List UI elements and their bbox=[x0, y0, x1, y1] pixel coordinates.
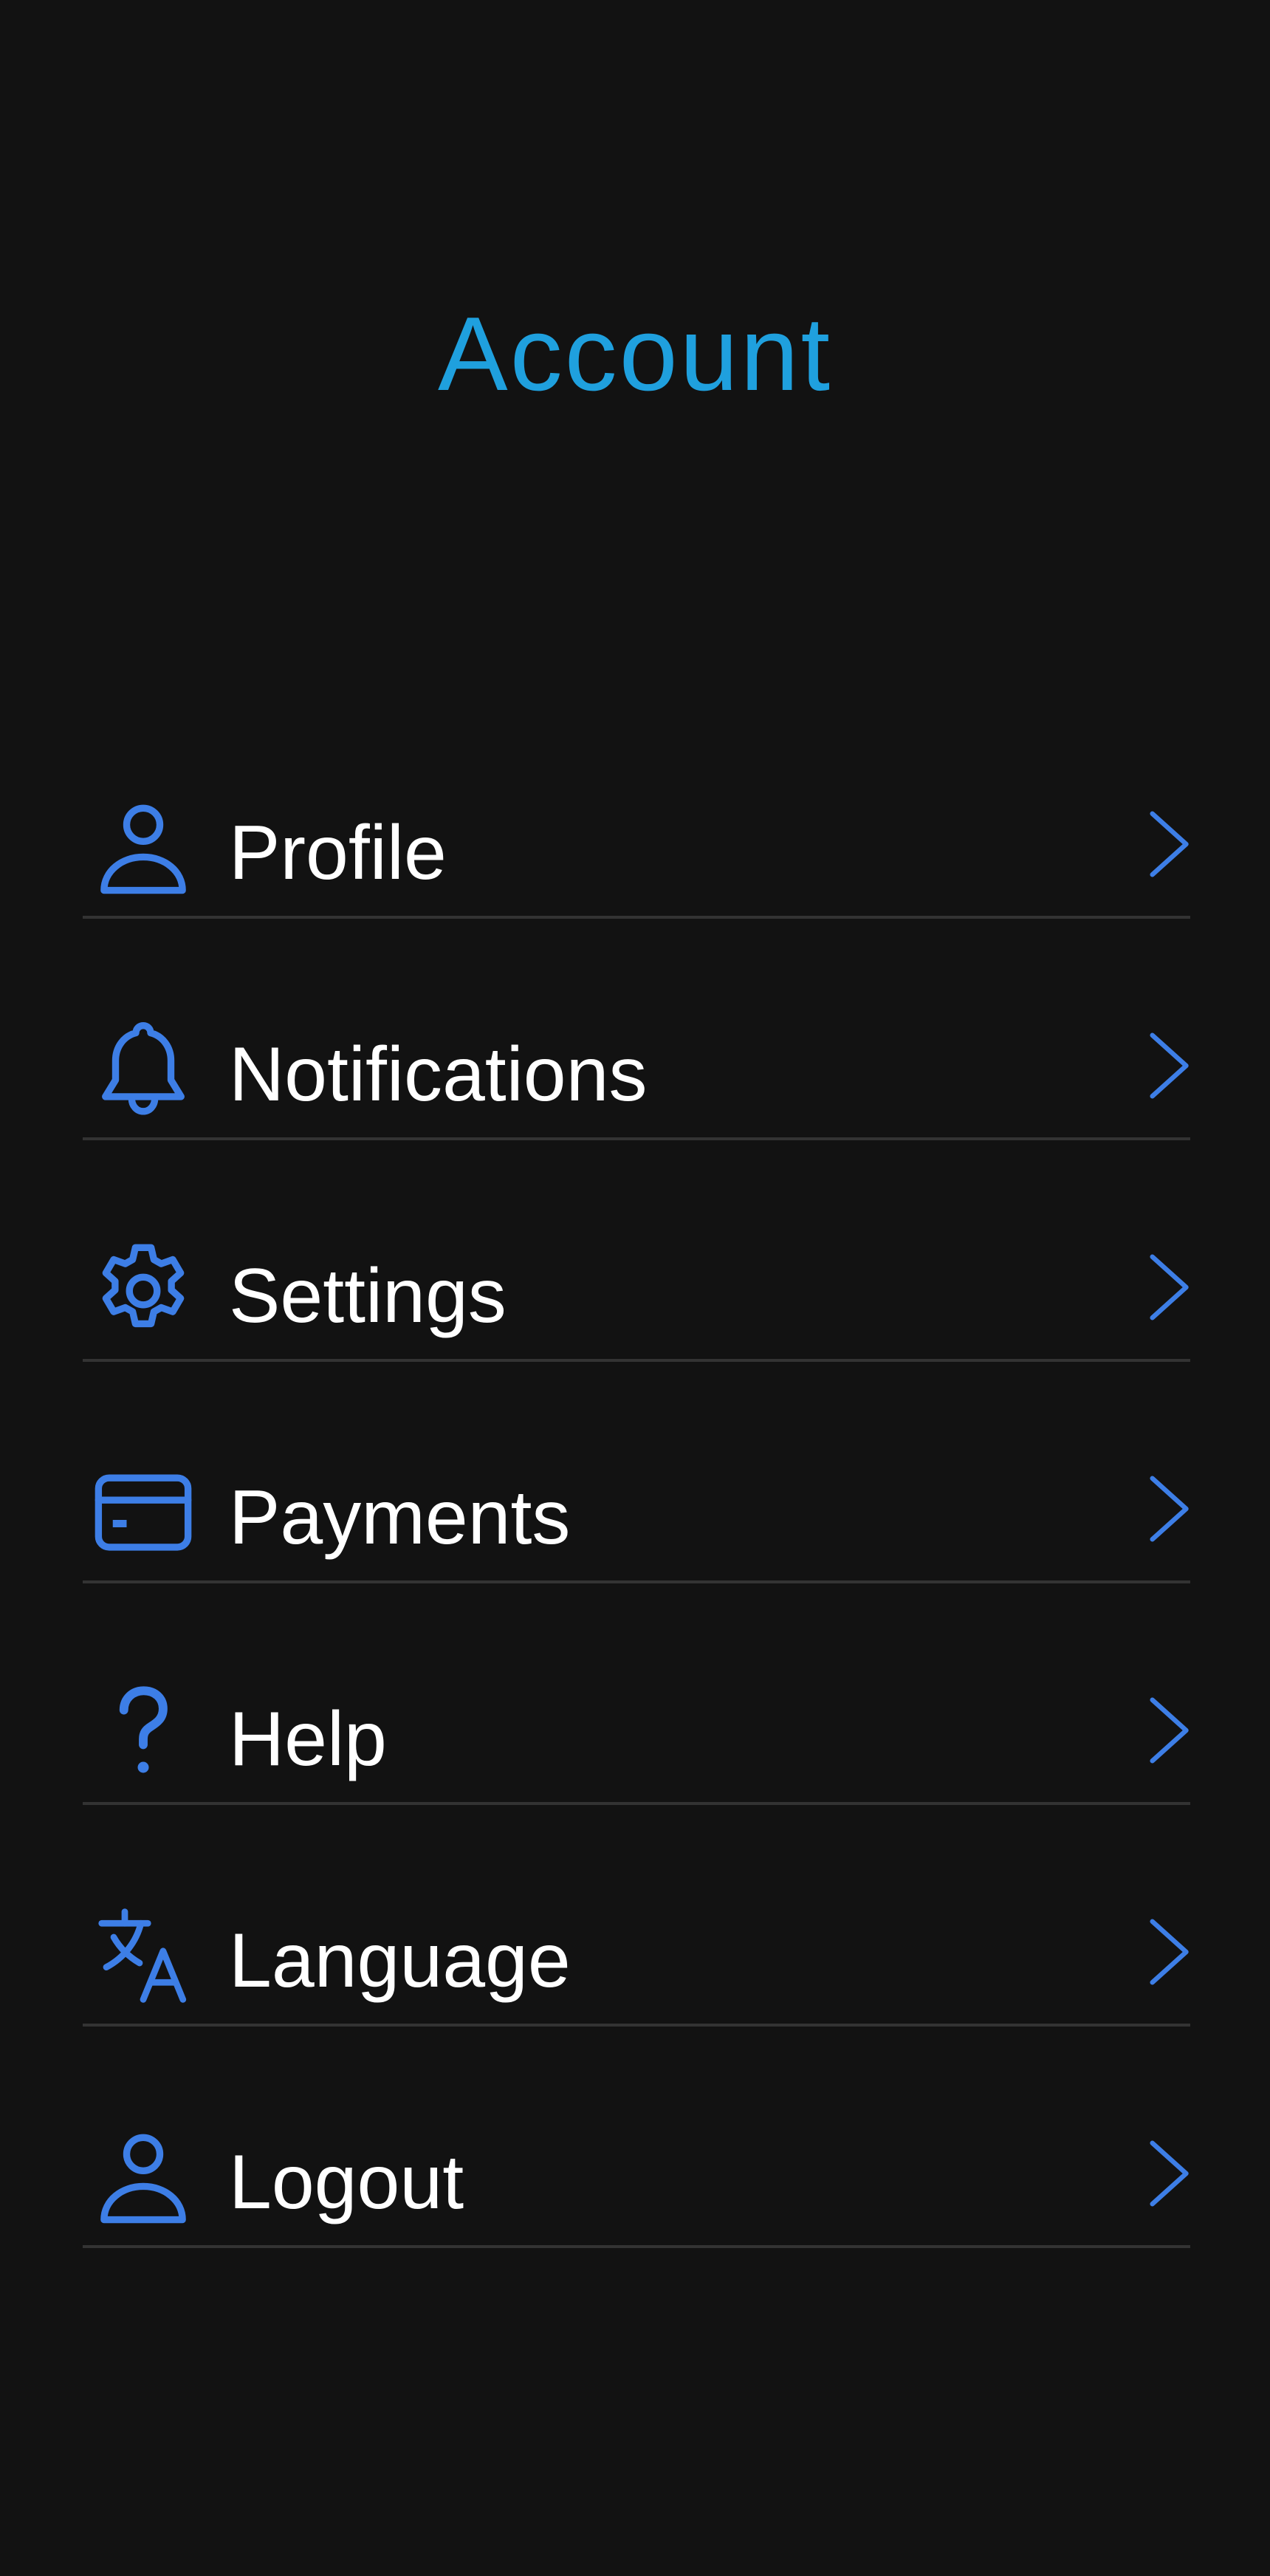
menu-item-label: Settings bbox=[229, 1253, 507, 1339]
menu-item-payments[interactable]: Payments bbox=[83, 1440, 1190, 1662]
person-icon bbox=[88, 2122, 199, 2233]
page-title: Account bbox=[437, 295, 833, 413]
menu-item-profile[interactable]: Profile bbox=[83, 775, 1190, 997]
divider bbox=[83, 2245, 1190, 2248]
chevron-right-icon bbox=[1125, 1690, 1206, 1771]
divider bbox=[83, 1580, 1190, 1583]
chevron-right-icon bbox=[1125, 1025, 1206, 1106]
person-icon bbox=[88, 792, 199, 903]
bell-icon bbox=[88, 1014, 199, 1125]
divider bbox=[83, 1802, 1190, 1805]
chevron-right-icon bbox=[1125, 1468, 1206, 1549]
menu-item-label: Language bbox=[229, 1918, 571, 2004]
menu-item-language[interactable]: Language bbox=[83, 1883, 1190, 2105]
menu-item-label: Help bbox=[229, 1696, 387, 1782]
divider bbox=[83, 916, 1190, 919]
question-mark-icon bbox=[88, 1679, 199, 1789]
menu-item-label: Payments bbox=[229, 1475, 571, 1561]
credit-card-icon bbox=[88, 1457, 199, 1568]
menu-item-label: Notifications bbox=[229, 1032, 648, 1117]
menu-item-notifications[interactable]: Notifications bbox=[83, 997, 1190, 1219]
menu-item-settings[interactable]: Settings bbox=[83, 1219, 1190, 1440]
menu-item-logout[interactable]: Logout bbox=[83, 2105, 1190, 2326]
chevron-right-icon bbox=[1125, 804, 1206, 885]
chevron-right-icon bbox=[1125, 2133, 1206, 2214]
translate-icon bbox=[88, 1900, 199, 2011]
account-menu: Profile Notifications Settings Payments … bbox=[83, 775, 1190, 2326]
chevron-right-icon bbox=[1125, 1911, 1206, 1993]
menu-item-label: Profile bbox=[229, 810, 447, 896]
divider bbox=[83, 1359, 1190, 1362]
menu-item-help[interactable]: Help bbox=[83, 1662, 1190, 1883]
divider bbox=[83, 2024, 1190, 2027]
menu-item-label: Logout bbox=[229, 2140, 464, 2225]
divider bbox=[83, 1137, 1190, 1140]
chevron-right-icon bbox=[1125, 1247, 1206, 1328]
gear-icon bbox=[88, 1236, 199, 1346]
